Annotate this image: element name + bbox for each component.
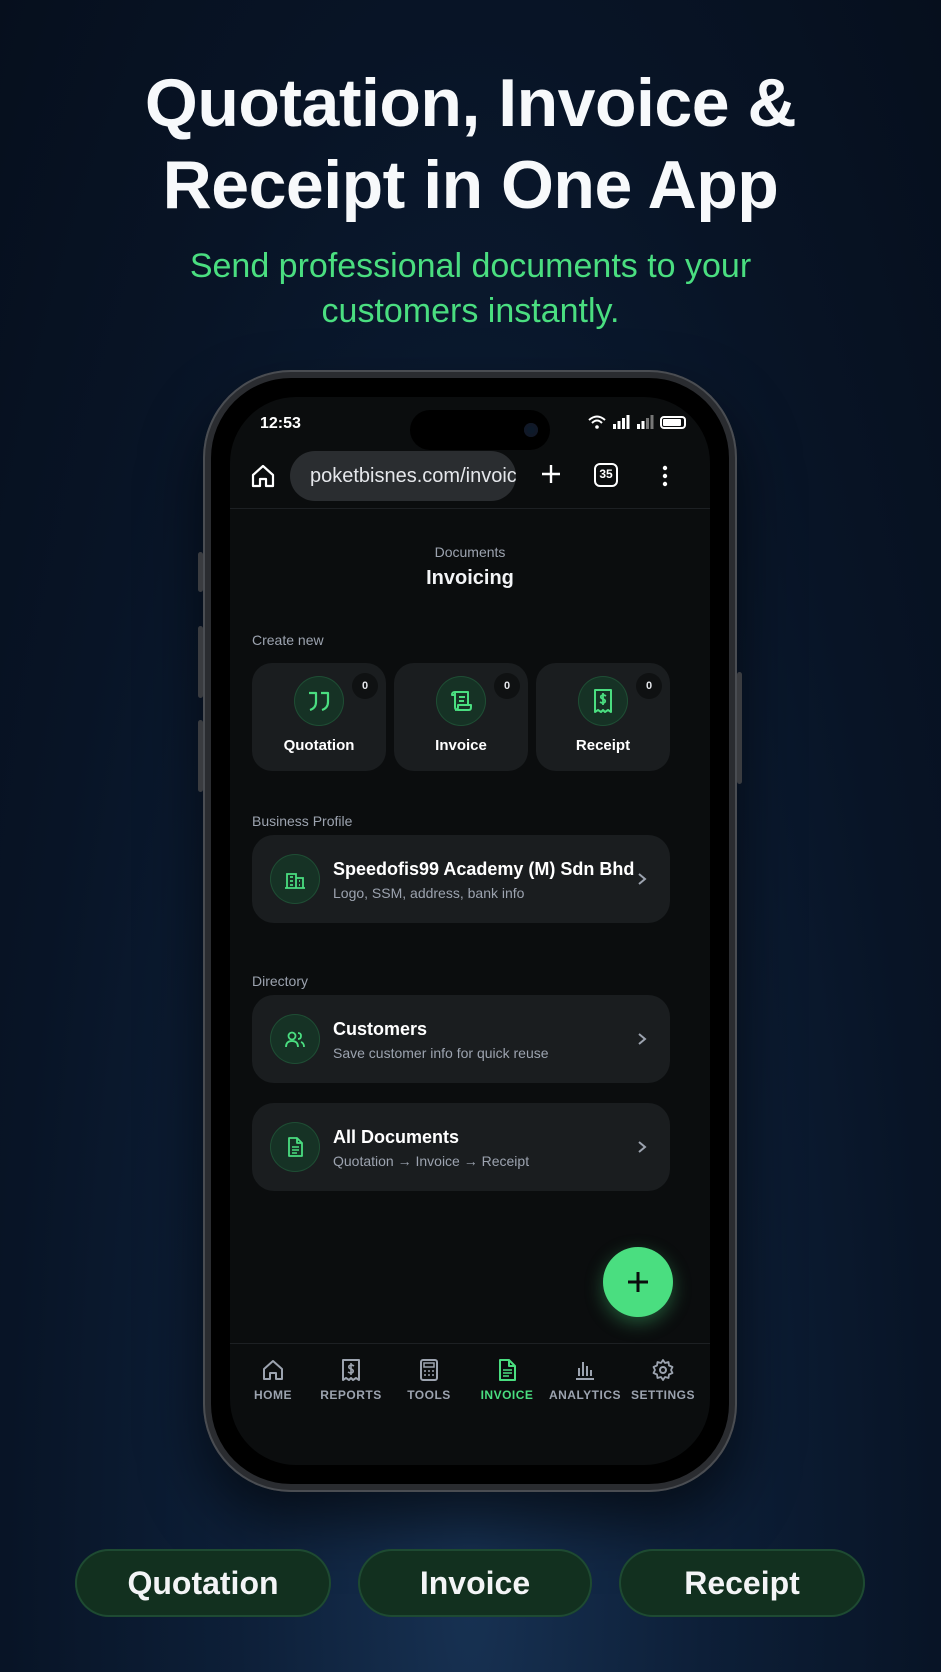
receipt-icon <box>342 1359 360 1381</box>
headline-line-1: Quotation, Invoice & <box>144 65 797 141</box>
tab-tools[interactable]: TOOLS <box>389 1358 469 1402</box>
all-documents-card[interactable]: All Documents Quotation → Invoice → Rece… <box>252 1103 670 1191</box>
url-text: poketbisnes.com/invoicing <box>310 464 516 487</box>
volume-up-button <box>198 626 203 698</box>
phone-screen: 12:53 poketbisnes.com/invoicing 35 Docum… <box>230 397 710 1465</box>
pill-receipt: Receipt <box>619 1549 865 1617</box>
create-new-label: Create new <box>252 632 324 648</box>
directory-label: Directory <box>252 973 309 989</box>
subline-line-2: customers instantly. <box>321 292 620 330</box>
new-tab-icon[interactable] <box>536 459 566 489</box>
signal-icon-2 <box>637 415 654 429</box>
hero-subline: Send professional documents to your cust… <box>0 244 941 334</box>
tab-count-button[interactable]: 35 <box>594 463 618 487</box>
invoice-card-label: Invoice <box>435 737 487 754</box>
browser-bar: poketbisnes.com/invoicing 35 <box>230 449 710 509</box>
receipt-icon-wrap <box>578 676 628 726</box>
customers-card[interactable]: Customers Save customer info for quick r… <box>252 995 670 1083</box>
status-icons <box>588 415 686 429</box>
quote-icon-wrap <box>294 676 344 726</box>
create-invoice-card[interactable]: 0 Invoice <box>394 663 528 771</box>
signal-icon <box>613 415 630 429</box>
tab-settings-label: SETTINGS <box>630 1388 695 1402</box>
tab-home[interactable]: HOME <box>233 1358 313 1402</box>
more-vert-icon[interactable] <box>650 461 680 491</box>
pill-quotation: Quotation <box>75 1549 331 1617</box>
calculator-icon <box>420 1359 438 1381</box>
chevron-right-icon <box>638 873 647 885</box>
tab-analytics-label: ANALYTICS <box>548 1388 622 1402</box>
quotation-card-label: Quotation <box>283 737 355 754</box>
users-icon-wrap <box>270 1014 320 1064</box>
file-text-icon <box>288 1137 303 1157</box>
receipt-dollar-icon <box>594 689 612 713</box>
tab-tools-label: TOOLS <box>407 1388 451 1402</box>
headline-line-2: Receipt in One App <box>162 147 779 223</box>
tab-reports-label: REPORTS <box>320 1388 382 1402</box>
dynamic-island <box>410 410 550 450</box>
page-eyebrow: Documents <box>434 544 506 560</box>
customers-subtitle: Save customer info for quick reuse <box>333 1045 549 1061</box>
pill-invoice: Invoice <box>358 1549 592 1617</box>
business-name: Speedofis99 Academy (M) Sdn Bhd <box>333 859 635 879</box>
business-profile-label: Business Profile <box>252 813 353 829</box>
subline-line-1: Send professional documents to your <box>189 247 752 285</box>
all-documents-subtitle: Quotation → Invoice → Receipt <box>333 1153 530 1169</box>
url-bar[interactable]: poketbisnes.com/invoicing <box>290 451 516 501</box>
all-documents-title: All Documents <box>333 1127 460 1147</box>
tab-invoice-label: INVOICE <box>480 1388 534 1402</box>
chevron-right-icon <box>638 1141 647 1153</box>
camera-icon <box>524 423 538 437</box>
invoice-count-badge: 0 <box>494 673 520 699</box>
scroll-icon <box>451 691 472 711</box>
tab-analytics[interactable]: ANALYTICS <box>545 1358 625 1402</box>
plus-icon <box>628 1272 648 1292</box>
tab-home-label: HOME <box>254 1388 292 1402</box>
page-title: Invoicing <box>426 567 514 589</box>
volume-down-button <box>198 720 203 792</box>
users-icon <box>285 1031 305 1048</box>
power-button <box>737 672 742 784</box>
tab-invoice[interactable]: INVOICE <box>467 1358 547 1402</box>
business-profile-card[interactable]: Speedofis99 Academy (M) Sdn Bhd Logo, SS… <box>252 835 670 923</box>
tab-settings[interactable]: SETTINGS <box>623 1358 703 1402</box>
hero-headline: Quotation, Invoice & Receipt in One App <box>0 62 941 226</box>
building-icon <box>285 873 305 889</box>
bar-chart-icon <box>576 1362 594 1380</box>
tab-reports[interactable]: REPORTS <box>311 1358 391 1402</box>
home-icon <box>263 1360 283 1380</box>
add-document-fab[interactable] <box>603 1247 673 1317</box>
gear-icon <box>652 1359 674 1381</box>
create-quotation-card[interactable]: 0 Quotation <box>252 663 386 771</box>
bottom-tab-bar: HOME REPORTS TOOLS INVOICE ANALYTICS SET… <box>230 1343 710 1443</box>
file-icon-wrap <box>270 1122 320 1172</box>
receipt-count-badge: 0 <box>636 673 662 699</box>
quotation-count-badge: 0 <box>352 673 378 699</box>
create-receipt-card[interactable]: 0 Receipt <box>536 663 670 771</box>
building-icon-wrap <box>270 854 320 904</box>
phone-bezel: 12:53 poketbisnes.com/invoicing 35 Docum… <box>211 378 729 1484</box>
status-time: 12:53 <box>260 415 301 432</box>
scroll-icon-wrap <box>436 676 486 726</box>
document-icon <box>499 1359 516 1381</box>
business-subtitle: Logo, SSM, address, bank info <box>333 885 525 901</box>
customers-title: Customers <box>333 1019 428 1039</box>
battery-icon <box>660 415 686 429</box>
wifi-icon <box>588 415 606 429</box>
receipt-card-label: Receipt <box>575 737 631 754</box>
side-button <box>198 552 203 592</box>
phone-mockup: 12:53 poketbisnes.com/invoicing 35 Docum… <box>198 370 742 1492</box>
quote-icon <box>309 691 330 712</box>
chevron-right-icon <box>638 1033 647 1045</box>
browser-home-icon[interactable] <box>248 461 278 491</box>
